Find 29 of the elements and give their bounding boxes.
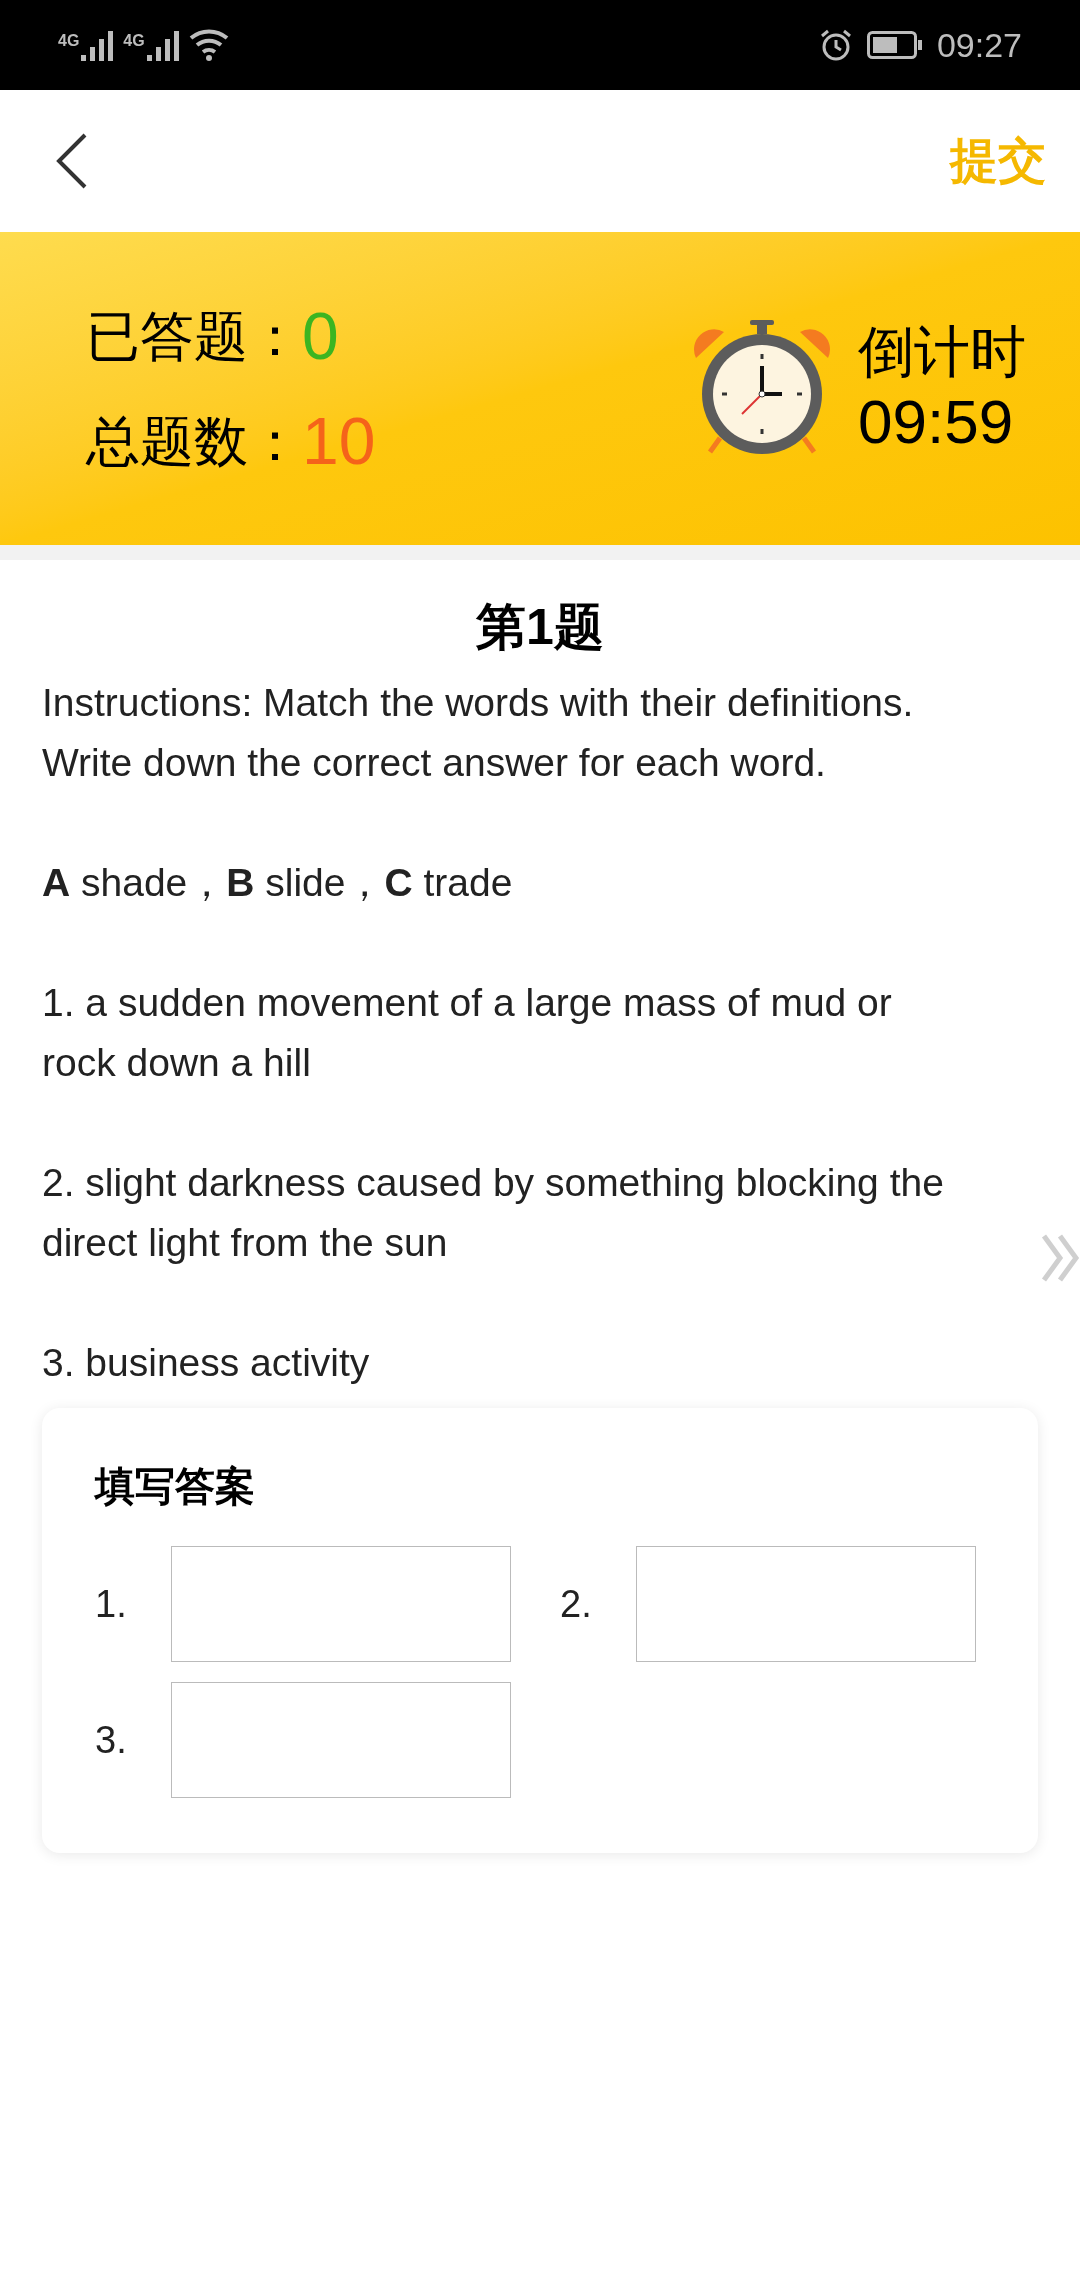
signal-icon bbox=[146, 29, 181, 61]
answer-field[interactable] bbox=[171, 1546, 511, 1662]
answer-number: 2. bbox=[560, 1581, 593, 1627]
answer-field[interactable] bbox=[171, 1682, 511, 1798]
submit-button[interactable]: 提交 bbox=[950, 125, 1046, 197]
back-icon[interactable] bbox=[56, 133, 88, 189]
next-icon[interactable] bbox=[1040, 1232, 1080, 1284]
battery-icon bbox=[866, 31, 923, 59]
network-type-label: 4G bbox=[58, 31, 80, 51]
answer-number: 1. bbox=[95, 1581, 128, 1627]
question-text: 2. slight darkness caused by something blocking the direct light from the sun bbox=[42, 1160, 945, 1266]
answered-count: 0 bbox=[302, 297, 339, 375]
signal-icon bbox=[81, 29, 116, 61]
answer-number: 3. bbox=[95, 1717, 128, 1763]
clock-time: 09:27 bbox=[936, 24, 1022, 66]
card-title: 填写答案 bbox=[95, 1463, 255, 1510]
answered-label: 已答题： bbox=[86, 304, 302, 368]
question-text: Instructions: Match the words with their definitions. Write down the correct answer for each word. bbox=[42, 680, 915, 786]
countdown-timer: 09:59 bbox=[858, 385, 1014, 458]
question-text: 3. business activity bbox=[42, 1340, 371, 1386]
total-label: 总题数： bbox=[86, 409, 302, 473]
alarm-icon bbox=[818, 28, 853, 62]
answer-field[interactable] bbox=[636, 1546, 976, 1662]
network-type-label: 4G bbox=[123, 31, 145, 51]
question-text: A shade，B slide，C trade bbox=[42, 860, 514, 906]
question-title: 第1题 bbox=[476, 598, 604, 657]
total-count: 10 bbox=[302, 402, 376, 480]
question-text: 1. a sudden movement of a large mass of mud or rock down a hill bbox=[42, 980, 893, 1086]
countdown-label: 倒计时 bbox=[858, 318, 1026, 385]
